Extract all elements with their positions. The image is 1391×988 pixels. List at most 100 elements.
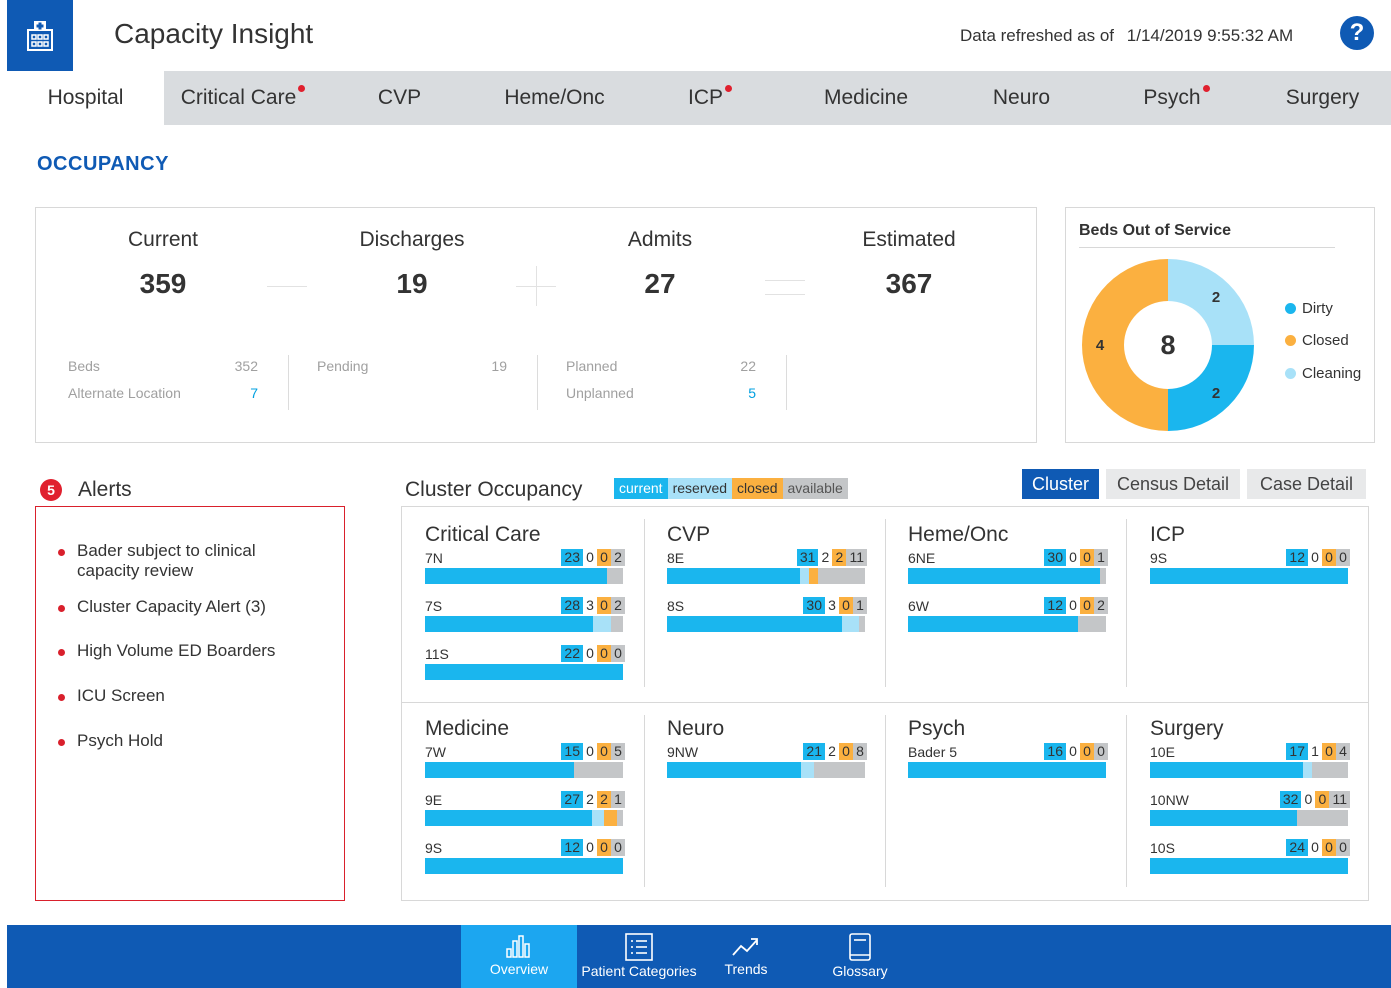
unit-row[interactable]: 9S 12 0 0 0 (425, 839, 625, 887)
cluster-critical-care[interactable]: Critical Care 7N 23 0 0 2 7S 28 3 0 2 11S 22 0 0 0 (425, 523, 625, 693)
unit-occupancy-bar (425, 568, 623, 584)
unit-row[interactable]: 10E 17 1 0 4 (1150, 743, 1350, 791)
unit-count-available: 2 (1094, 597, 1108, 614)
tab-heme-onc[interactable]: Heme/Onc (477, 71, 632, 125)
nav-patient-categories[interactable]: Patient Categories (577, 925, 701, 988)
unit-counts: 21 2 0 8 (803, 743, 867, 760)
bar-segment-current (425, 568, 608, 584)
cluster-name: Neuro (667, 717, 725, 740)
tab-surgery[interactable]: Surgery (1254, 71, 1391, 125)
book-icon (802, 933, 918, 961)
unit-row[interactable]: 8S 30 3 0 1 (667, 597, 867, 645)
refresh-time: 1/14/2019 9:55:32 AM (1126, 26, 1294, 45)
nav-overview[interactable]: Overview (461, 925, 577, 988)
unit-name: 7S (425, 598, 443, 614)
unit-row[interactable]: 11S 22 0 0 0 (425, 645, 625, 693)
unit-row[interactable]: 6NE 30 0 0 1 (908, 549, 1108, 597)
tab-hospital[interactable]: Hospital (7, 71, 164, 125)
alert-item[interactable]: ICU Screen (58, 686, 328, 706)
alert-item[interactable]: High Volume ED Boarders (58, 641, 328, 661)
unit-count-available: 1 (611, 791, 625, 808)
tab-label: Psych (1143, 86, 1201, 109)
bar-segment-current (425, 810, 593, 826)
detail-alt-value[interactable]: 7 (218, 385, 258, 401)
cluster-name: Heme/Onc (908, 523, 1009, 546)
tab-psych[interactable]: Psych (1099, 71, 1254, 125)
unit-count-closed: 0 (839, 743, 853, 760)
unit-count-available: 1 (1094, 549, 1108, 566)
unit-count-closed: 0 (839, 597, 853, 614)
unit-row[interactable]: 9NW 21 2 0 8 (667, 743, 867, 791)
unit-count-available: 4 (1336, 743, 1350, 760)
cluster-name: Medicine (425, 717, 510, 740)
metric-estimated: Estimated 367 (809, 228, 1009, 300)
bullet-icon (58, 694, 65, 701)
legend-swatch (1285, 335, 1296, 346)
tab-medicine[interactable]: Medicine (788, 71, 944, 125)
tab-critical-care[interactable]: Critical Care (164, 71, 322, 125)
nav-glossary[interactable]: Glossary (802, 925, 918, 988)
view-census-detail-button[interactable]: Census Detail (1106, 469, 1240, 499)
unit-row[interactable]: 8E 31 2 2 11 (667, 549, 867, 597)
unit-count-closed: 0 (1080, 549, 1094, 566)
divider (786, 355, 787, 410)
unit-row[interactable]: 7W 15 0 0 5 (425, 743, 625, 791)
bar-segment-reserved (593, 616, 611, 632)
alert-dot-icon (298, 84, 306, 92)
cluster-heme-onc[interactable]: Heme/Onc 6NE 30 0 0 1 6W 12 0 0 2 (908, 523, 1108, 645)
bar-segment-closed (809, 568, 818, 584)
bar-segment-current (1150, 810, 1298, 826)
unit-occupancy-bar (667, 616, 865, 632)
nav-trends[interactable]: Trends (705, 925, 787, 988)
tab-label: Hospital (47, 86, 124, 109)
bar-segment-available (1297, 810, 1348, 826)
detail-unplanned-value[interactable]: 5 (716, 385, 756, 401)
unit-count-closed: 0 (1322, 549, 1336, 566)
alert-item[interactable]: Psych Hold (58, 731, 328, 751)
unit-row[interactable]: 10NW 32 0 0 11 (1150, 791, 1350, 839)
alert-item[interactable]: Cluster Capacity Alert (3) (58, 597, 328, 617)
bar-segment-reserved (841, 616, 860, 632)
bar-segment-available (573, 762, 623, 778)
cluster-psych[interactable]: Psych Bader 5 16 0 0 0 (908, 717, 1108, 791)
help-icon[interactable]: ? (1340, 16, 1374, 50)
tab-cvp[interactable]: CVP (322, 71, 477, 125)
unit-count-current: 12 (561, 839, 583, 856)
unit-count-closed: 2 (832, 549, 847, 566)
cluster-neuro[interactable]: Neuro 9NW 21 2 0 8 (667, 717, 867, 791)
unit-row[interactable]: 7N 23 0 0 2 (425, 549, 625, 597)
cluster-cvp[interactable]: CVP 8E 31 2 2 11 8S 30 3 0 1 (667, 523, 867, 645)
unit-row[interactable]: 9E 27 2 2 1 (425, 791, 625, 839)
bar-segment-current (667, 568, 801, 584)
unit-occupancy-bar (908, 762, 1106, 778)
detail-unplanned: Unplanned 5 (566, 385, 756, 401)
view-case-detail-button[interactable]: Case Detail (1247, 469, 1366, 499)
unit-count-closed: 0 (597, 645, 611, 662)
occupancy-card: Current 359 Discharges 19 Admits 27 Esti… (35, 207, 1037, 443)
unit-occupancy-bar (1150, 858, 1348, 874)
unit-count-available: 0 (611, 645, 625, 662)
unit-occupancy-bar (425, 762, 623, 778)
cluster-medicine[interactable]: Medicine 7W 15 0 0 5 9E 27 2 2 1 9S 12 0 0 0 (425, 717, 625, 887)
legend-closed: Closed (1285, 332, 1349, 349)
cluster-icp[interactable]: ICP 9S 12 0 0 0 (1150, 523, 1350, 597)
unit-row[interactable]: 6W 12 0 0 2 (908, 597, 1108, 645)
unit-count-current: 30 (803, 597, 825, 614)
unit-counts: 12 0 0 0 (561, 839, 625, 856)
metric-discharges: Discharges 19 (312, 228, 512, 300)
divider (288, 355, 289, 410)
unit-count-closed: 0 (597, 743, 611, 760)
cluster-name: CVP (667, 523, 711, 546)
unit-row[interactable]: 7S 28 3 0 2 (425, 597, 625, 645)
alert-item[interactable]: Bader subject to clinical capacity revie… (58, 541, 278, 581)
bar-segment-current (425, 858, 623, 874)
unit-row[interactable]: 10S 24 0 0 0 (1150, 839, 1350, 887)
tab-neuro[interactable]: Neuro (944, 71, 1099, 125)
tab-icp[interactable]: ICP (632, 71, 788, 125)
bar-segment-current (667, 762, 802, 778)
unit-row[interactable]: Bader 5 16 0 0 0 (908, 743, 1108, 791)
unit-row[interactable]: 9S 12 0 0 0 (1150, 549, 1350, 597)
view-cluster-button[interactable]: Cluster (1022, 469, 1099, 499)
cluster-surgery[interactable]: Surgery 10E 17 1 0 4 10NW 32 0 0 11 10S 24 0 0 0 (1150, 717, 1350, 887)
bullet-icon (58, 649, 65, 656)
